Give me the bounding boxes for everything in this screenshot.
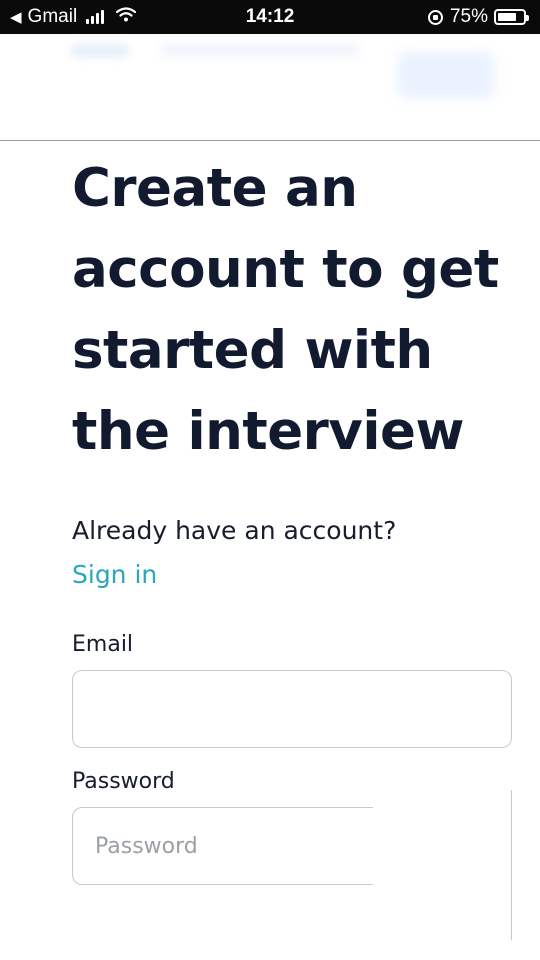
battery-percent: 75%	[449, 6, 488, 27]
email-field-wrapper[interactable]	[72, 670, 512, 748]
header-button[interactable]	[398, 52, 494, 98]
signin-link[interactable]: Sign in	[72, 558, 157, 592]
signin-prompt: Already have an account?	[72, 516, 397, 545]
email-field[interactable]	[73, 671, 511, 747]
site-nav	[160, 44, 360, 56]
page-title: Create an account to get started with th…	[72, 158, 499, 462]
password-label: Password	[72, 769, 175, 794]
site-header	[0, 34, 540, 140]
rotation-lock-icon	[427, 9, 443, 25]
email-label: Email	[72, 632, 134, 657]
battery-fill	[498, 13, 516, 21]
overlay-edge	[511, 790, 512, 940]
header-divider	[0, 140, 540, 141]
site-logo	[70, 44, 130, 58]
signup-form-section: Create an account to get started with th…	[72, 148, 512, 885]
overlay-patch	[373, 800, 513, 960]
status-bar: ◀ Gmail 14:12 75%	[0, 0, 540, 34]
battery-icon	[494, 9, 529, 25]
status-bar-right: 75%	[427, 6, 529, 28]
